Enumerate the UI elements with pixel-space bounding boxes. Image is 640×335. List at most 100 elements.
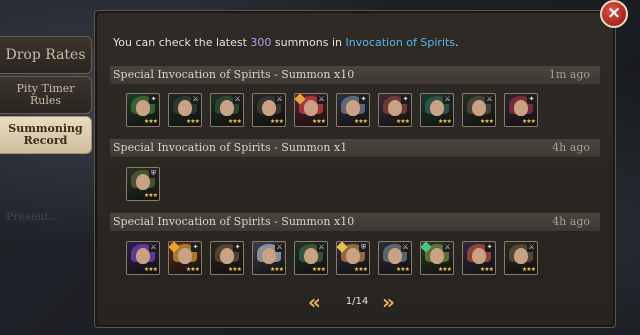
record-heroes-row: ⚔ ★★★ ✦ ★★★ ✦ ★★★ ⚔ ★★★ ⚔ ★★★ ⛨ ★★★ ⚔ ★★★ ⚔ ★★★ ✦ ★★★ ⚔ ★★★ (110, 241, 600, 277)
hero-face (262, 248, 276, 264)
star-rating: ★★★ (437, 118, 452, 125)
star-rating: ★★★ (143, 192, 158, 199)
hero-forest-shaman-portrait[interactable]: ⚔ ★★★ (420, 241, 454, 275)
sword-class-icon: ⚔ (317, 243, 326, 252)
hero-orc-brute-portrait[interactable]: ⚔ ★★★ (168, 93, 202, 127)
record-title: Special Invocation of Spirits - Summon x… (113, 68, 355, 81)
hero-face (430, 100, 444, 116)
record-title: Special Invocation of Spirits - Summon x… (113, 141, 348, 154)
hero-crimson-mage-portrait[interactable]: ✦ ★★★ (504, 93, 538, 127)
hero-winged-valkyrie-portrait[interactable]: ⚔ ★★★ (252, 241, 286, 275)
star-rating: ★★★ (185, 118, 200, 125)
hero-violet-witch-portrait[interactable]: ⚔ ★★★ (126, 241, 160, 275)
star-rating: ★★★ (227, 118, 242, 125)
hero-face (346, 100, 360, 116)
page-indicator: 1/14 (345, 296, 369, 307)
hero-hat-gunner-portrait[interactable]: ⚔ ★★★ (252, 93, 286, 127)
star-rating: ★★★ (185, 266, 200, 273)
hero-face (136, 174, 150, 190)
star-rating: ★★★ (311, 118, 326, 125)
record-time: 1m ago (548, 68, 590, 81)
hero-face (472, 248, 486, 264)
sword-class-icon: ⚔ (443, 95, 452, 104)
hero-face (136, 248, 150, 264)
tab-drop-rates[interactable]: Drop Rates (0, 36, 92, 74)
close-button[interactable]: × (600, 0, 628, 28)
hero-red-haired-rogue-portrait[interactable]: ✦ ★★★ (378, 93, 412, 127)
hero-cloaked-monk-portrait[interactable]: ⚔ ★★★ (504, 241, 538, 275)
staff-class-icon: ✦ (149, 95, 158, 104)
star-rating: ★★★ (353, 118, 368, 125)
sword-class-icon: ⚔ (401, 243, 410, 252)
info-suffix: . (455, 36, 459, 49)
info-prefix: You can check the latest (113, 36, 251, 49)
hero-goblin-raider-portrait[interactable]: ⚔ ★★★ (294, 241, 328, 275)
record-heroes-row: ⛨ ★★★ (110, 167, 600, 203)
hero-face (304, 248, 318, 264)
hero-face (430, 248, 444, 264)
info-count: 300 (250, 36, 272, 49)
star-rating: ★★★ (479, 118, 494, 125)
hero-face (220, 100, 234, 116)
tab-drop-rates-label: Drop Rates (5, 47, 86, 63)
hero-face (262, 100, 276, 116)
staff-class-icon: ✦ (485, 243, 494, 252)
shield-class-icon: ⛨ (359, 243, 368, 252)
hero-hooded-scout-portrait[interactable]: ⛨ ★★★ (126, 167, 160, 201)
sword-class-icon: ⚔ (443, 243, 452, 252)
hero-green-hood-portrait[interactable]: ⚔ ★★★ (420, 93, 454, 127)
info-middle: summons in (271, 36, 346, 49)
tab-pity-label-line2: Rules (29, 94, 62, 107)
sword-class-icon: ⚔ (275, 95, 284, 104)
hero-crowned-king-portrait[interactable]: ✦ ★★★ (168, 241, 202, 275)
shield-class-icon: ⛨ (149, 169, 158, 178)
record-heroes-row: ✦ ★★★ ⚔ ★★★ ⚔ ★★★ ⚔ ★★★ ⚔ ★★★ ✦ ★★★ ✦ ★★★ ⚔ ★★★ ⚔ ★★★ ✦ ★★★ (110, 93, 600, 129)
double-chevron-left-icon[interactable]: « (308, 292, 321, 312)
star-rating: ★★★ (437, 266, 452, 273)
tab-pity-timer-rules[interactable]: Pity Timer Rules (0, 76, 92, 114)
hero-face (388, 100, 402, 116)
sword-class-icon: ⚔ (275, 243, 284, 252)
hero-steel-soldier-portrait[interactable]: ⚔ ★★★ (378, 241, 412, 275)
info-text: You can check the latest 300 summons in … (113, 36, 459, 49)
double-chevron-right-icon[interactable]: » (382, 292, 395, 312)
sword-class-icon: ⚔ (191, 95, 200, 104)
hero-dark-assassin-portrait[interactable]: ⚔ ★★★ (462, 93, 496, 127)
hero-redhead-duelist-portrait[interactable]: ✦ ★★★ (462, 241, 496, 275)
hero-face (136, 100, 150, 116)
star-rating: ★★★ (143, 118, 158, 125)
hero-face (388, 248, 402, 264)
hero-face (304, 100, 318, 116)
staff-class-icon: ✦ (359, 95, 368, 104)
sword-class-icon: ⚔ (485, 95, 494, 104)
hero-grey-knight-portrait[interactable]: ✦ ★★★ (336, 93, 370, 127)
staff-class-icon: ✦ (527, 95, 536, 104)
invocation-link[interactable]: Invocation of Spirits (345, 36, 455, 49)
star-rating: ★★★ (395, 266, 410, 273)
hero-face (472, 100, 486, 116)
hero-red-fiend-portrait[interactable]: ⚔ ★★★ (294, 93, 328, 127)
star-rating: ★★★ (521, 266, 536, 273)
hero-face (178, 248, 192, 264)
hero-blond-warrior-portrait[interactable]: ✦ ★★★ (126, 93, 160, 127)
hero-face (220, 248, 234, 264)
record-header: Special Invocation of Spirits - Summon x… (110, 66, 600, 84)
sword-class-icon: ⚔ (527, 243, 536, 252)
background-text: Present... (6, 210, 60, 223)
star-rating: ★★★ (479, 266, 494, 273)
record-header: Special Invocation of Spirits - Summon x… (110, 213, 600, 231)
hero-hooded-archer-portrait[interactable]: ✦ ★★★ (210, 241, 244, 275)
tab-record-label-line2: Record (23, 134, 68, 147)
sword-class-icon: ⚔ (233, 95, 242, 104)
tab-summoning-record[interactable]: Summoning Record (0, 116, 92, 154)
star-rating: ★★★ (269, 118, 284, 125)
record-title: Special Invocation of Spirits - Summon x… (113, 215, 355, 228)
record-time: 4h ago (552, 215, 590, 228)
hero-bearded-guardian-portrait[interactable]: ⛨ ★★★ (336, 241, 370, 275)
record-header: Special Invocation of Spirits - Summon x… (110, 139, 600, 157)
staff-class-icon: ✦ (233, 243, 242, 252)
sword-class-icon: ⚔ (149, 243, 158, 252)
hero-hooded-ranger-portrait[interactable]: ⚔ ★★★ (210, 93, 244, 127)
star-rating: ★★★ (143, 266, 158, 273)
hero-face (346, 248, 360, 264)
